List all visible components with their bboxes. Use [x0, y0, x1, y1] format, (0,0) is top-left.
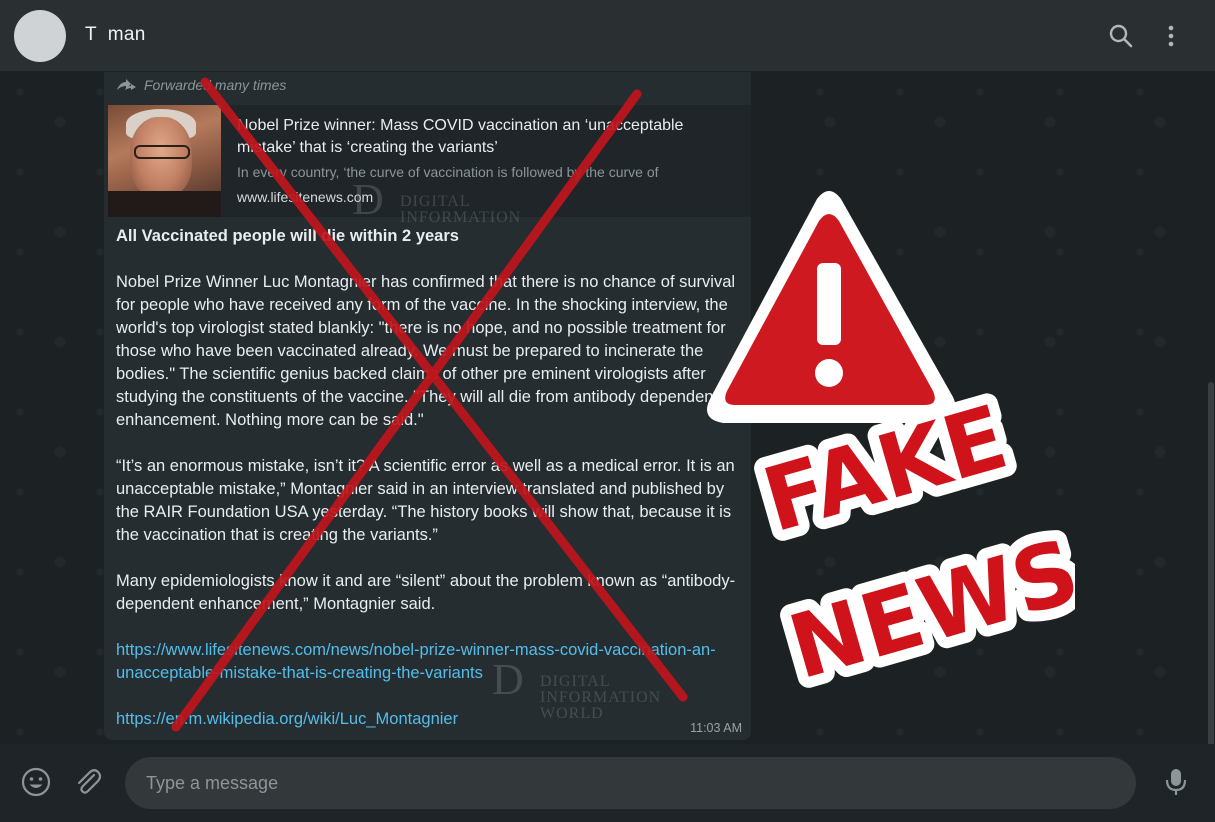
forwarded-indicator: Forwarded many times [116, 77, 286, 93]
chat-area: Forwarded many times Nobel Prize winner:… [0, 72, 1215, 744]
emoji-icon[interactable] [20, 766, 52, 798]
message-input[interactable] [125, 757, 1136, 809]
news-label: NEWS NEWS [767, 508, 1075, 710]
menu-icon[interactable] [1158, 22, 1186, 50]
chat-header: T man [0, 0, 1215, 72]
attach-icon[interactable] [72, 766, 104, 798]
watermark: D DIGITAL INFORMATION [352, 175, 522, 226]
preview-description: In every country, ‘the curve of vaccinat… [237, 164, 659, 180]
message-composer [0, 744, 1215, 822]
message-paragraph: “It’s an enormous mistake, isn’t it? A s… [116, 457, 735, 544]
forwarded-label: Forwarded many times [144, 77, 287, 93]
microphone-icon[interactable] [1160, 766, 1192, 798]
message-headline: All Vaccinated people will die within 2 … [116, 227, 459, 245]
message-time: 11:03 AM [690, 721, 742, 735]
svg-text:NEWS: NEWS [778, 519, 1075, 699]
warning-triangle-icon [707, 191, 956, 423]
message-text: All Vaccinated people will die within 2 … [116, 225, 746, 731]
scrollbar[interactable] [1208, 382, 1214, 744]
preview-thumbnail [108, 105, 221, 217]
forward-icon [117, 79, 136, 90]
contact-name[interactable]: T man [85, 24, 146, 46]
fake-news-stamp: FAKE FAKE NEWS NEWS [707, 191, 1075, 710]
message-paragraph: Many epidemiologists know it and are “si… [116, 572, 736, 613]
message-paragraph: Nobel Prize Winner Luc Montagnier has co… [116, 273, 736, 429]
watermark: D DIGITAL INFORMATION WORLD [492, 655, 662, 722]
message-bubble[interactable]: Forwarded many times Nobel Prize winner:… [104, 72, 751, 740]
preview-title: Nobel Prize winner: Mass COVID vaccinati… [237, 117, 684, 156]
search-icon[interactable] [1107, 22, 1135, 50]
avatar[interactable] [14, 10, 66, 62]
